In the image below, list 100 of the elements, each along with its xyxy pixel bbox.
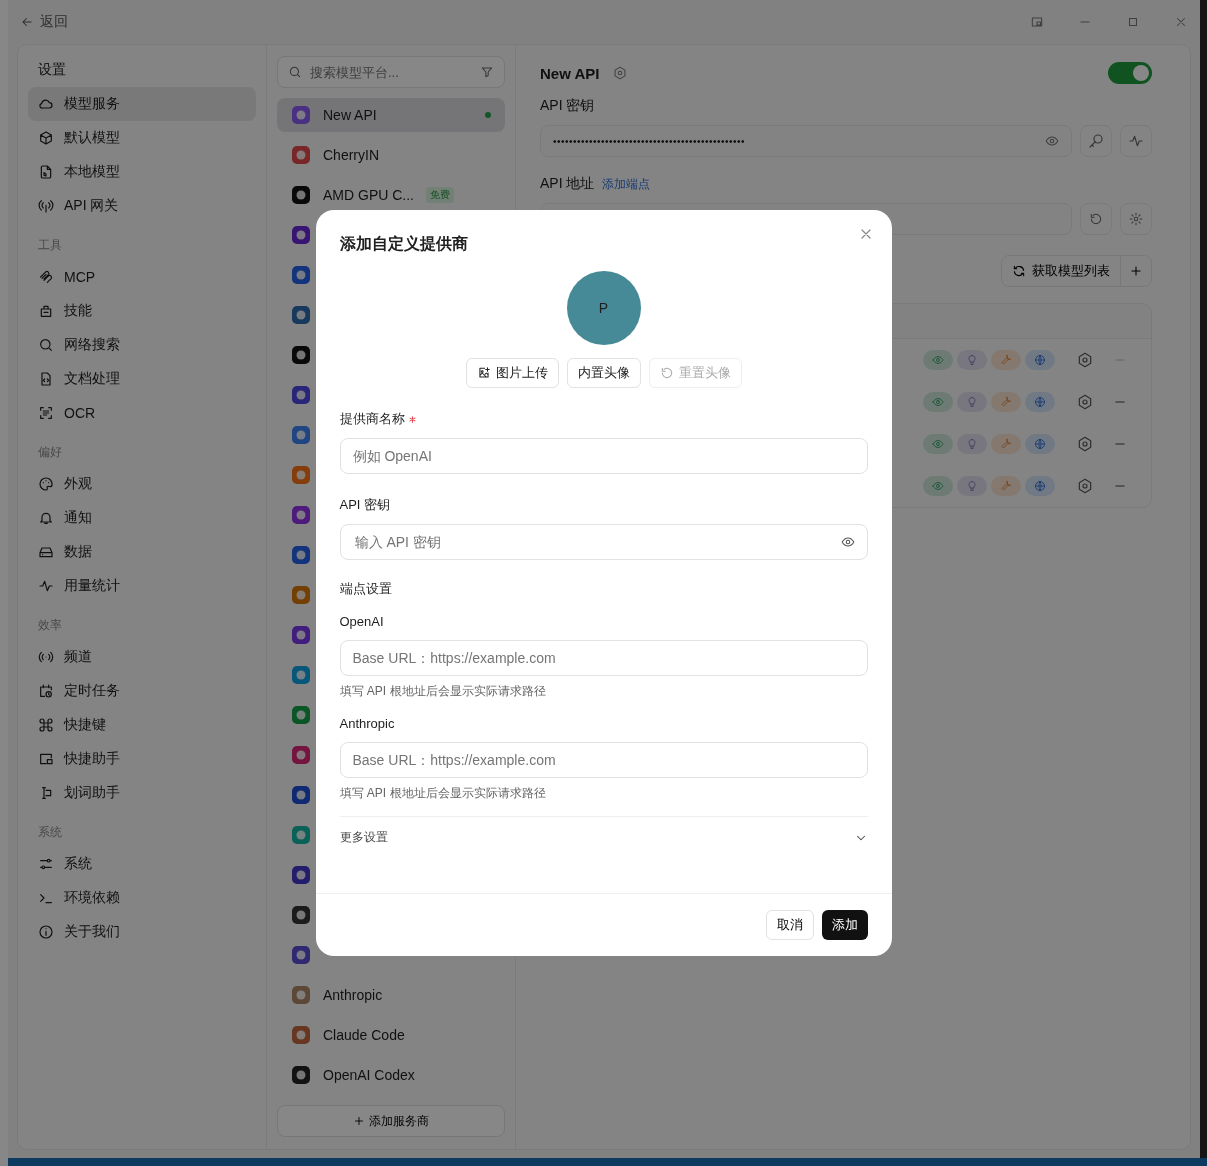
reset-icon <box>1089 212 1103 226</box>
mcp-icon <box>38 269 54 285</box>
api-key-field[interactable]: •••••••••••••••••••••••••••••••••••••••••••••••• <box>540 125 1072 157</box>
sidebar-item[interactable]: 定时任务 <box>28 674 256 708</box>
sidebar-item[interactable]: 默认模型 <box>28 121 256 155</box>
provider-logo-icon[interactable] <box>291 785 311 805</box>
sliders-icon <box>38 856 54 872</box>
provider-logo-icon[interactable] <box>291 545 311 565</box>
broadcast-icon <box>38 649 54 665</box>
settings-icon[interactable] <box>1077 478 1093 494</box>
provider-item[interactable]: AMD GPU C... 免费 <box>277 178 505 212</box>
provider-logo-icon[interactable] <box>291 505 311 525</box>
command-icon <box>38 717 54 733</box>
add-provider-button[interactable]: 添加服务商 <box>277 1105 505 1137</box>
enable-toggle[interactable] <box>1108 62 1152 84</box>
back-button[interactable]: 返回 <box>20 13 68 31</box>
base-url-field[interactable]: Base URL：https://example.com <box>339 640 868 676</box>
provider-logo-icon[interactable] <box>291 585 311 605</box>
check-button[interactable] <box>1120 125 1152 157</box>
provider-logo-icon <box>291 1025 311 1045</box>
provider-name: OpenAI Codex <box>323 1067 415 1083</box>
add-button[interactable]: 添加 <box>821 910 868 940</box>
provider-item[interactable]: New API <box>277 98 505 132</box>
search-field[interactable]: 搜索模型平台... <box>277 56 505 88</box>
sidebar-item[interactable]: 关于我们 <box>28 915 256 949</box>
sidebar-item[interactable]: 快捷助手 <box>28 742 256 776</box>
provider-name-field[interactable]: 例如 OpenAI <box>339 438 868 474</box>
provider-logo-icon[interactable] <box>291 745 311 765</box>
search-icon <box>288 65 302 79</box>
sidebar-item[interactable]: 网络搜索 <box>28 328 256 362</box>
provider-item[interactable]: CherryIN <box>277 138 505 172</box>
builtin-avatar-button[interactable]: 内置头像 <box>566 358 641 388</box>
base-url-field[interactable]: Base URL：https://example.com <box>339 742 868 778</box>
provider-item[interactable]: OpenAI Codex <box>277 1058 505 1092</box>
close-icon[interactable] <box>1174 15 1188 29</box>
key-button[interactable] <box>1080 125 1112 157</box>
sidebar-item[interactable]: 划词助手 <box>28 776 256 810</box>
provider-logo-icon[interactable] <box>291 945 311 965</box>
sidebar-item[interactable]: OCR <box>28 396 256 430</box>
sidebar-toggle-icon[interactable] <box>1030 15 1044 29</box>
sidebar-item[interactable]: 数据 <box>28 535 256 569</box>
more-settings-toggle[interactable]: 更多设置 <box>339 816 868 846</box>
bulb-icon <box>957 476 987 496</box>
avatar: P <box>566 271 641 345</box>
upload-image-button[interactable]: 图片上传 <box>465 358 559 388</box>
sidebar-item[interactable]: 外观 <box>28 467 256 501</box>
eye-icon[interactable] <box>840 535 855 549</box>
provider-logo-icon[interactable] <box>291 865 311 885</box>
sidebar-item[interactable]: 快捷键 <box>28 708 256 742</box>
provider-logo-icon[interactable] <box>291 265 311 285</box>
settings-icon[interactable] <box>613 66 628 80</box>
sidebar-item[interactable]: 技能 <box>28 294 256 328</box>
provider-logo-icon[interactable] <box>291 345 311 365</box>
provider-logo-icon[interactable] <box>291 305 311 325</box>
provider-item[interactable]: Anthropic <box>277 978 505 1012</box>
provider-logo-icon <box>291 145 311 165</box>
globe-icon <box>1025 476 1055 496</box>
search-input[interactable]: 搜索模型平台... <box>308 63 474 81</box>
sidebar-item[interactable]: 用量统计 <box>28 569 256 603</box>
provider-item[interactable]: Claude Code <box>277 1018 505 1052</box>
eye-icon <box>923 350 953 370</box>
sidebar-item[interactable]: MCP <box>28 260 256 294</box>
refresh-icon <box>1012 264 1026 278</box>
provider-logo-icon[interactable] <box>291 905 311 925</box>
antenna-icon <box>38 198 54 214</box>
cancel-button[interactable]: 取消 <box>765 910 814 940</box>
add-endpoint-link[interactable]: 添加端点 <box>602 176 651 193</box>
api-key-field[interactable]: 输入 API 密钥 <box>339 524 868 560</box>
sidebar-item[interactable]: 通知 <box>28 501 256 535</box>
provider-name: Anthropic <box>323 987 383 1003</box>
file-icon <box>38 164 54 180</box>
free-badge: 免费 <box>426 187 454 203</box>
provider-logo-icon[interactable] <box>291 225 311 245</box>
sidebar-item[interactable]: 环境依赖 <box>28 881 256 915</box>
provider-logo-icon[interactable] <box>291 625 311 645</box>
sidebar-item[interactable]: 本地模型 <box>28 155 256 189</box>
provider-logo-icon[interactable] <box>291 385 311 405</box>
field-label: API 密钥 <box>540 97 596 115</box>
maximize-icon[interactable] <box>1126 15 1140 29</box>
sidebar-item[interactable]: API 网关 <box>28 189 256 223</box>
sidebar-item[interactable]: 频道 <box>28 640 256 674</box>
settings-button[interactable] <box>1120 203 1152 235</box>
wrench-icon <box>991 392 1021 412</box>
provider-logo-icon[interactable] <box>291 425 311 445</box>
eye-icon[interactable] <box>1045 134 1059 148</box>
provider-logo-icon[interactable] <box>291 705 311 725</box>
settings-icon[interactable] <box>1077 352 1093 368</box>
sidebar-item[interactable]: 系统 <box>28 847 256 881</box>
filter-icon[interactable] <box>480 65 494 79</box>
pulse-icon <box>1128 133 1144 149</box>
reset-icon <box>659 366 674 380</box>
sidebar-item[interactable]: 文档处理 <box>28 362 256 396</box>
wrench-icon <box>991 350 1021 370</box>
globe-icon <box>1025 392 1055 412</box>
reset-button[interactable] <box>1080 203 1112 235</box>
provider-name: AMD GPU C... <box>323 187 414 203</box>
settings-icon[interactable] <box>1077 394 1093 410</box>
field-label: OpenAI <box>339 612 385 630</box>
settings-icon[interactable] <box>1077 436 1093 452</box>
sidebar-item[interactable]: 模型服务 <box>28 87 256 121</box>
